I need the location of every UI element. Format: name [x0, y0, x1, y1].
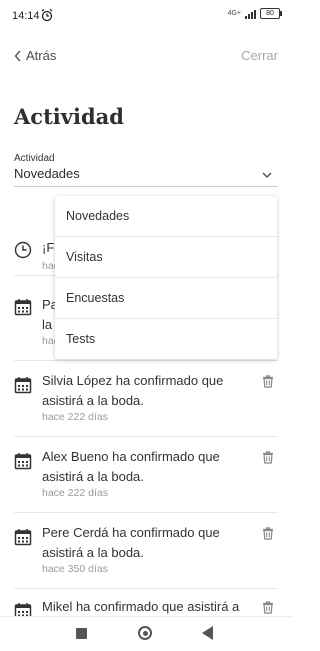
calendar-icon — [14, 453, 32, 470]
calendar-icon — [14, 377, 32, 394]
status-indicators: 4G+ 80 — [227, 8, 282, 19]
trash-icon[interactable] — [262, 527, 274, 540]
feed-item-time: hace 350 días — [42, 563, 108, 575]
back-label: Atrás — [26, 48, 57, 63]
back-triangle-icon[interactable] — [202, 626, 213, 640]
chevron-down-icon — [262, 172, 272, 178]
feed-item[interactable]: Silvia López ha confirmado que asistirá … — [14, 360, 278, 437]
dropdown-option-encuestas[interactable]: Encuestas — [55, 278, 277, 319]
feed-item[interactable]: Alex Bueno ha confirmado que asistirá a … — [14, 436, 278, 513]
feed-item-text: Silvia López ha confirmado que asistirá … — [42, 373, 224, 408]
close-button[interactable]: Cerrar — [241, 48, 278, 63]
chevron-left-icon — [14, 50, 21, 61]
back-button[interactable]: Atrás — [14, 48, 56, 63]
recents-icon[interactable] — [76, 628, 87, 639]
filter-dropdown-menu: Novedades Visitas Encuestas Tests — [55, 196, 277, 359]
feed-item-time: hace 222 días — [42, 487, 108, 499]
dropdown-option-novedades[interactable]: Novedades — [55, 196, 277, 237]
calendar-icon — [14, 529, 32, 546]
filter-label: Actividad — [14, 153, 55, 164]
feed-item-text: Pere Cerdá ha confirmado que asistirá a … — [42, 525, 220, 560]
status-bar: 14:14 4G+ 80 — [0, 0, 292, 30]
trash-icon[interactable] — [262, 375, 274, 388]
page-title: Actividad — [14, 104, 124, 129]
filter-select[interactable]: Novedades — [14, 166, 278, 187]
feed-item-time: hace 222 días — [42, 411, 108, 423]
battery-icon: 80 — [260, 8, 282, 19]
filter-selected-value: Novedades — [14, 166, 80, 181]
trash-icon[interactable] — [262, 451, 274, 464]
feed-item-text: Alex Bueno ha confirmado que asistirá a … — [42, 449, 220, 484]
clock-icon — [14, 241, 32, 259]
status-time: 14:14 — [12, 10, 40, 22]
trash-icon[interactable] — [262, 601, 274, 614]
alarm-icon — [41, 8, 53, 22]
home-icon[interactable] — [138, 626, 152, 640]
calendar-icon — [14, 299, 32, 316]
system-nav-bar — [0, 616, 292, 651]
dropdown-option-visitas[interactable]: Visitas — [55, 237, 277, 278]
network-type: 4G+ — [227, 10, 241, 17]
nav-bar: Atrás Cerrar — [0, 44, 292, 68]
dropdown-option-tests[interactable]: Tests — [55, 319, 277, 359]
feed-item[interactable]: Pere Cerdá ha confirmado que asistirá a … — [14, 512, 278, 589]
signal-icon — [245, 9, 256, 19]
